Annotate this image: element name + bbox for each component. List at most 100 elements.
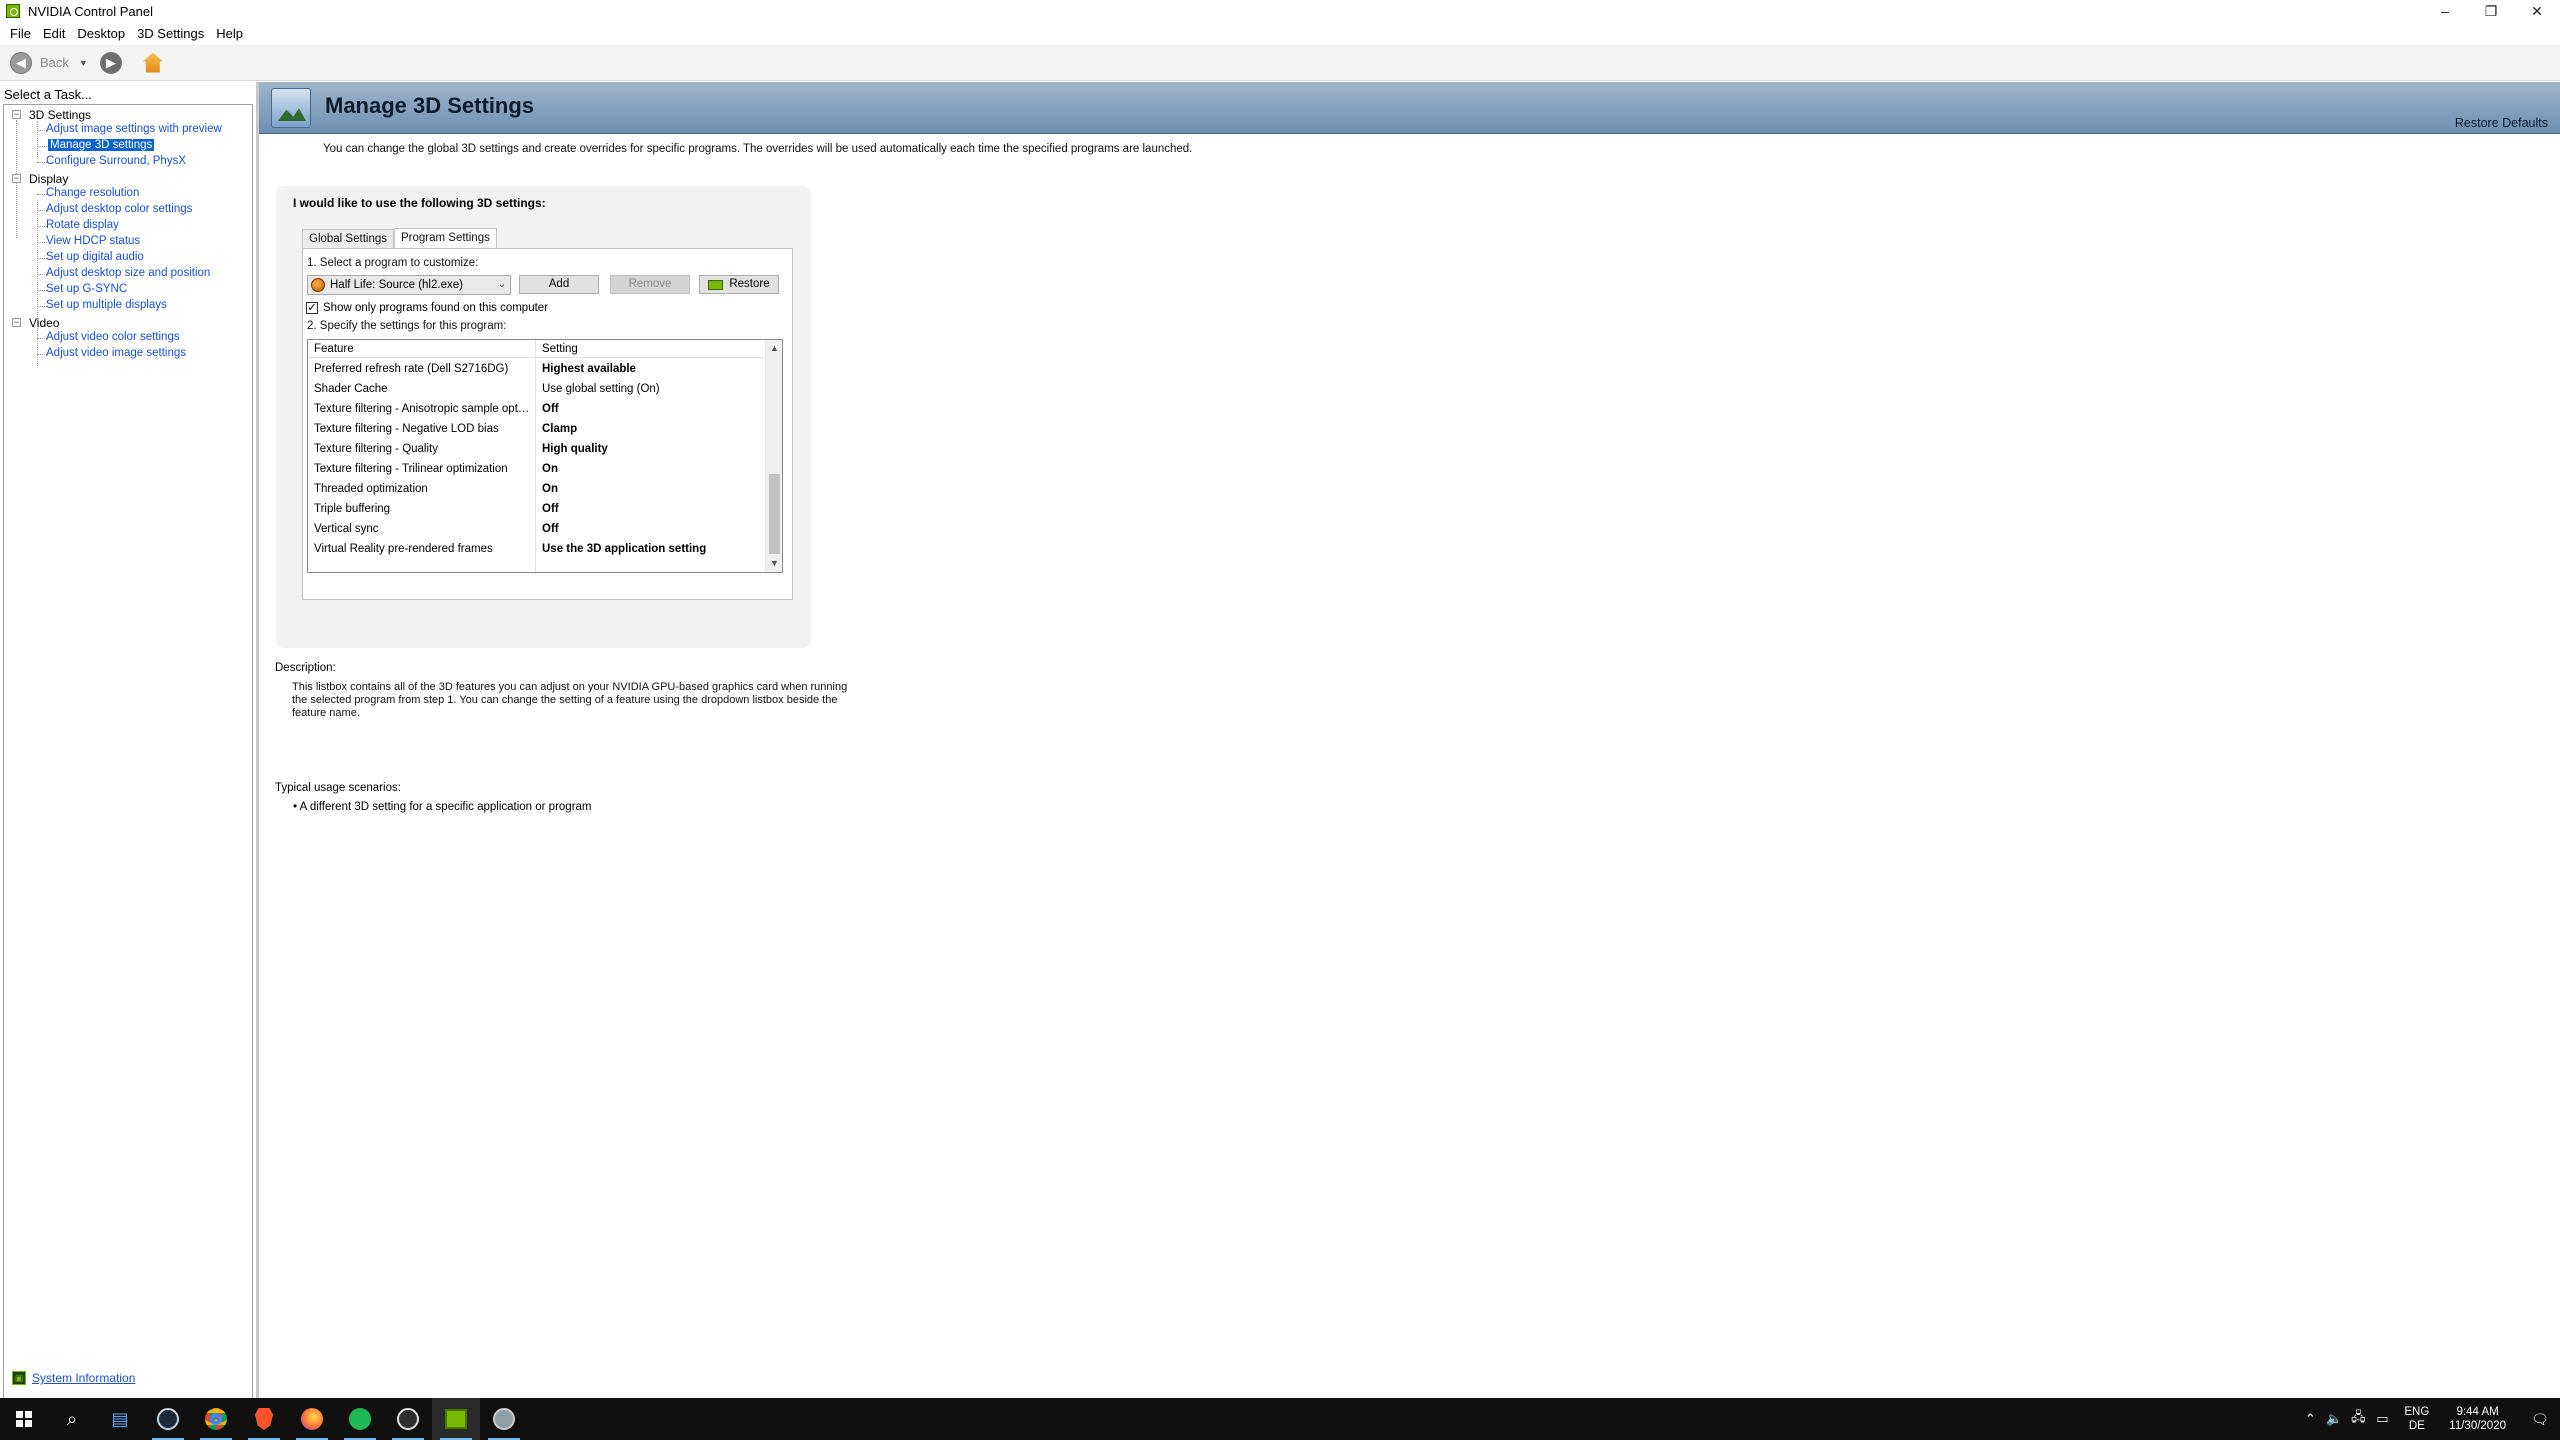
minimize-button[interactable]: –	[2422, 0, 2468, 22]
menu-file[interactable]: File	[4, 26, 37, 41]
tree-category-video[interactable]: Video	[29, 316, 59, 330]
task-set-up-digital-audio[interactable]: Set up digital audio	[46, 251, 144, 263]
network-icon[interactable]: 🖧	[2346, 1408, 2370, 1430]
grid-scrollbar[interactable]: ▲ ▼	[765, 340, 782, 572]
tray-overflow-icon[interactable]: ⌃	[2298, 1411, 2322, 1427]
column-header-feature[interactable]: Feature	[314, 343, 354, 355]
nvidia-restore-icon	[708, 279, 724, 290]
feature-setting[interactable]: Off	[542, 503, 559, 515]
description-text: This listbox contains all of the 3D feat…	[292, 681, 848, 719]
steam-icon[interactable]	[144, 1398, 192, 1440]
step-2-label: 2. Specify the settings for this program…	[307, 320, 507, 332]
scroll-thumb[interactable]	[769, 474, 780, 554]
app-icon[interactable]	[480, 1398, 528, 1440]
windows-start-icon[interactable]	[0, 1398, 48, 1440]
feature-setting[interactable]: On	[542, 463, 558, 475]
chrome-icon[interactable]	[192, 1398, 240, 1440]
scroll-down-icon[interactable]: ▼	[766, 555, 782, 572]
task-manage-3d-settings[interactable]: Manage 3D settings	[48, 139, 155, 151]
menu-help[interactable]: Help	[210, 26, 249, 41]
show-only-found-checkbox[interactable]: ✓	[306, 302, 318, 314]
scroll-up-icon[interactable]: ▲	[766, 340, 782, 357]
task-change-resolution[interactable]: Change resolution	[46, 187, 139, 199]
task-configure-surround[interactable]: Configure Surround, PhysX	[46, 155, 186, 167]
notification-icon[interactable]: 🗨	[2520, 1398, 2560, 1440]
home-button[interactable]	[140, 50, 166, 76]
clock[interactable]: 9:44 AM 11/30/2020	[2449, 1405, 2506, 1433]
column-header-setting[interactable]: Setting	[542, 343, 578, 355]
table-row[interactable]: Virtual Reality pre-rendered frames Use …	[308, 540, 766, 560]
nvidia-small-icon: ▣	[12, 1371, 26, 1385]
table-row[interactable]: Shader Cache Use global setting (On)	[308, 380, 766, 400]
table-row[interactable]: Texture filtering - Quality High quality	[308, 440, 766, 460]
expander-display[interactable]: −	[12, 174, 21, 183]
task-rotate-display[interactable]: Rotate display	[46, 219, 119, 231]
task-set-up-multiple-displays[interactable]: Set up multiple displays	[46, 299, 167, 311]
task-adjust-desktop-color[interactable]: Adjust desktop color settings	[46, 203, 192, 215]
restore-button[interactable]: Restore	[699, 275, 779, 294]
program-settings-page: 1. Select a program to customize: Half L…	[302, 248, 793, 600]
feature-setting[interactable]: Highest available	[542, 363, 636, 375]
tab-program-settings[interactable]: Program Settings	[394, 228, 497, 248]
add-button[interactable]: Add	[519, 275, 599, 294]
feature-setting[interactable]: Use the 3D application setting	[542, 543, 706, 555]
tab-global-settings[interactable]: Global Settings	[302, 229, 394, 248]
nvidia-icon[interactable]	[432, 1398, 480, 1440]
task-adjust-video-color[interactable]: Adjust video color settings	[46, 331, 180, 343]
table-row[interactable]: Preferred refresh rate (Dell S2716DG) Hi…	[308, 360, 766, 380]
brave-icon[interactable]	[240, 1398, 288, 1440]
menu-edit[interactable]: Edit	[37, 26, 71, 41]
nvidia-app-icon	[6, 4, 20, 18]
back-button-label[interactable]: Back	[40, 55, 69, 70]
feature-setting[interactable]: Use global setting (On)	[542, 383, 660, 395]
task-adjust-video-image[interactable]: Adjust video image settings	[46, 347, 186, 359]
show-only-found-label[interactable]: Show only programs found on this compute…	[323, 302, 548, 314]
feature-name: Texture filtering - Quality	[314, 443, 438, 455]
table-row[interactable]: Triple buffering Off	[308, 500, 766, 520]
window-title: NVIDIA Control Panel	[28, 3, 154, 19]
task-set-up-gsync[interactable]: Set up G-SYNC	[46, 283, 127, 295]
feature-setting[interactable]: On	[542, 483, 558, 495]
table-row[interactable]: Texture filtering - Anisotropic sample o…	[308, 400, 766, 420]
expander-video[interactable]: −	[12, 318, 21, 327]
forward-arrow-icon[interactable]: ▶	[99, 51, 122, 74]
feature-setting[interactable]: Off	[542, 523, 559, 535]
main-content: Manage 3D Settings Restore Defaults You …	[259, 82, 2560, 1398]
program-select-dropdown[interactable]: Half Life: Source (hl2.exe) ⌄	[307, 275, 511, 295]
task-view-icon[interactable]: ▤	[96, 1398, 144, 1440]
feature-setting[interactable]: High quality	[542, 443, 608, 455]
menu-3d-settings[interactable]: 3D Settings	[131, 26, 210, 41]
show-only-found-row: ✓ Show only programs found on this compu…	[306, 302, 548, 314]
menu-desktop[interactable]: Desktop	[71, 26, 131, 41]
search-icon[interactable]: ⌕	[48, 1398, 96, 1440]
table-row[interactable]: Vertical sync Off	[308, 520, 766, 540]
task-adjust-image-settings[interactable]: Adjust image settings with preview	[46, 123, 222, 135]
table-row[interactable]: Texture filtering - Negative LOD bias Cl…	[308, 420, 766, 440]
back-arrow-icon[interactable]: ◀	[10, 51, 32, 74]
input-language[interactable]: ENG DE	[2404, 1405, 2429, 1433]
history-dropdown-icon[interactable]: ▼	[79, 58, 88, 68]
close-button[interactable]: ✕	[2514, 0, 2560, 22]
system-information: ▣ System Information	[12, 1371, 135, 1385]
task-adjust-desktop-size[interactable]: Adjust desktop size and position	[46, 267, 210, 279]
remove-button[interactable]: Remove	[610, 275, 690, 294]
clock-time: 9:44 AM	[2456, 1406, 2499, 1418]
table-row[interactable]: Texture filtering - Trilinear optimizati…	[308, 460, 766, 480]
volume-icon[interactable]: 🔈	[2322, 1411, 2346, 1427]
table-row[interactable]: Threaded optimization On	[308, 480, 766, 500]
firefox-icon[interactable]	[288, 1398, 336, 1440]
system-tray: ⌃ 🔈 🖧 ▭ ENG DE 9:44 AM 11/30/2020 🗨	[2298, 1398, 2560, 1440]
task-view-hdcp-status[interactable]: View HDCP status	[46, 235, 140, 247]
tree-category-display[interactable]: Display	[29, 172, 68, 186]
feature-setting[interactable]: Off	[542, 403, 559, 415]
half-life-icon	[311, 278, 325, 292]
restore-window-button[interactable]: ❐	[2468, 0, 2514, 22]
system-information-link[interactable]: System Information	[32, 1371, 135, 1385]
expander-3d-settings[interactable]: −	[12, 110, 21, 119]
spotify-icon[interactable]	[336, 1398, 384, 1440]
obs-icon[interactable]	[384, 1398, 432, 1440]
tree-category-3d-settings[interactable]: 3D Settings	[29, 108, 91, 122]
restore-defaults-link[interactable]: Restore Defaults	[2455, 116, 2548, 130]
monitor-icon[interactable]: ▭	[2370, 1411, 2394, 1427]
feature-setting[interactable]: Clamp	[542, 423, 577, 435]
